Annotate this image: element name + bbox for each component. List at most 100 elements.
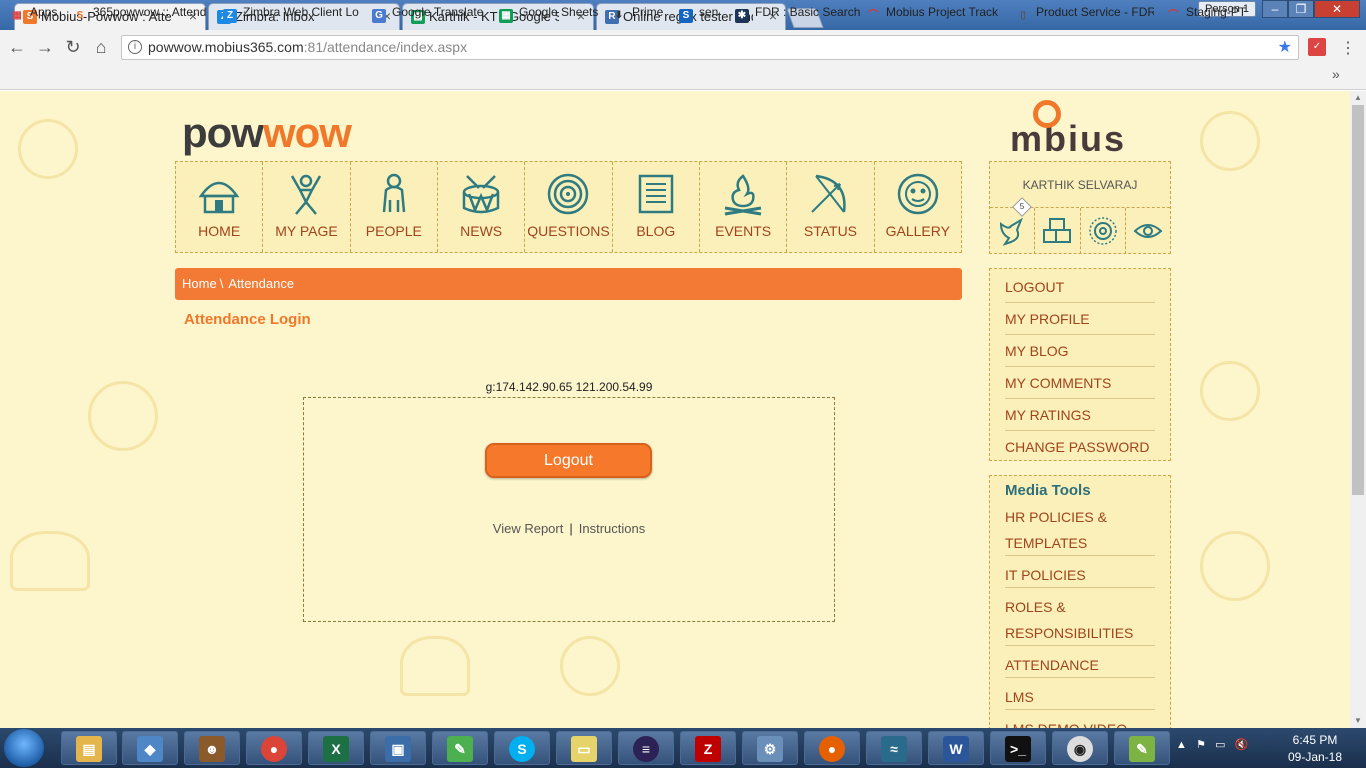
nav-events[interactable]: EVENTS — [700, 162, 788, 252]
reload-icon[interactable]: ↻ — [61, 35, 85, 59]
nav-status[interactable]: STATUS — [787, 162, 875, 252]
excel-icon: X — [323, 736, 349, 762]
tool-roles[interactable]: ROLES & RESPONSIBILITIES — [1005, 594, 1155, 646]
taskbar-browser[interactable]: ◉ — [1052, 731, 1108, 765]
taskbar-sticky-notes[interactable]: ▭ — [556, 731, 612, 765]
maximize-button[interactable]: ❐ — [1288, 0, 1314, 18]
taskbar-skype[interactable]: S — [494, 731, 550, 765]
extension-icon[interactable]: ✓ — [1308, 38, 1326, 56]
taskbar-explorer[interactable]: ▤ — [61, 731, 117, 765]
home-icon[interactable]: ⌂ — [89, 35, 113, 59]
nav-gallery[interactable]: GALLERY — [875, 162, 961, 252]
taskbar-eclipse[interactable]: ≡ — [618, 731, 674, 765]
system-tray[interactable]: ▲ ⚑ ▭ 🔇 — [1176, 738, 1248, 751]
scrollbar-thumb[interactable] — [1352, 105, 1364, 495]
taskbar-word[interactable]: W — [928, 731, 984, 765]
main-navigation: HOME MY PAGE PEOPLE NEWS QUESTIONS BLOG … — [175, 161, 962, 253]
boxes-icon — [1043, 218, 1072, 243]
nav-news[interactable]: NEWS — [438, 162, 526, 252]
nav-my-page[interactable]: MY PAGE — [263, 162, 351, 252]
firefox-icon: ● — [819, 736, 845, 762]
taskbar-excel[interactable]: X — [308, 731, 364, 765]
powwow-logo[interactable]: powwow — [182, 108, 352, 158]
mobius-icon: ⌒ — [868, 10, 878, 21]
back-icon[interactable]: ← — [5, 35, 29, 59]
background-decoration — [18, 119, 78, 179]
show-hidden-icons-icon[interactable]: ▲ — [1176, 739, 1187, 751]
taskbar-notepad[interactable]: ✎ — [432, 731, 488, 765]
messages-button[interactable]: 5 — [990, 197, 1036, 254]
tool-lms[interactable]: LMS — [1005, 684, 1155, 710]
instructions-link[interactable]: Instructions — [579, 521, 645, 536]
menu-my-blog[interactable]: MY BLOG — [1005, 335, 1155, 367]
boxes-button[interactable] — [1035, 208, 1081, 254]
url-path: :81/attendance/index.aspx — [303, 39, 468, 55]
taskbar-tasmanian[interactable]: ☻ — [184, 731, 240, 765]
explorer-icon: ▤ — [76, 736, 102, 762]
tool-hr-policies[interactable]: HR POLICIES & TEMPLATES — [1005, 504, 1155, 556]
flag-icon[interactable]: ⚑ — [1196, 739, 1206, 751]
eclipse-icon: ≡ — [633, 736, 659, 762]
bookmark-365powwow[interactable]: S 365powwow :: Attend — [73, 4, 211, 23]
menu-logout[interactable]: LOGOUT — [1005, 271, 1155, 303]
menu-my-ratings[interactable]: MY RATINGS — [1005, 399, 1155, 431]
bookmark-translate[interactable]: G Google Translate — [372, 4, 483, 23]
clock-date: 09-Jan-18 — [1287, 750, 1343, 764]
network-tray-icon[interactable]: ▭ — [1215, 739, 1225, 751]
nav-questions[interactable]: QUESTIONS — [525, 162, 613, 252]
taskbar-firefox[interactable]: ● — [804, 731, 860, 765]
bookmark-staging[interactable]: ⌒ Staging-PT — [1166, 4, 1246, 23]
minimize-button[interactable]: – — [1262, 0, 1288, 18]
breadcrumb: Home \ Attendance — [175, 268, 962, 300]
nav-people[interactable]: PEOPLE — [351, 162, 438, 252]
tool-it-policies[interactable]: IT POLICIES — [1005, 562, 1155, 588]
bookmark-star-icon[interactable]: ★ — [1278, 36, 1292, 59]
bookmark-zimbra[interactable]: Z Zimbra Web Client Lo — [223, 4, 361, 23]
taskbar-mysql[interactable]: ≈ — [866, 731, 922, 765]
page-title: Attendance Login — [184, 311, 311, 328]
scroll-down-icon[interactable]: ▼ — [1350, 714, 1366, 728]
more-bookmarks-icon[interactable]: » — [1332, 66, 1340, 82]
breadcrumb-home[interactable]: Home — [182, 276, 217, 291]
taskbar-remote-desktop[interactable]: ▣ — [370, 731, 426, 765]
taskbar-clock[interactable]: 6:45 PM 09-Jan-18 — [1280, 732, 1350, 766]
taskbar-editor[interactable]: ✎ — [1114, 731, 1170, 765]
logout-button[interactable]: Logout — [485, 443, 652, 478]
scroll-up-icon[interactable]: ▲ — [1350, 91, 1366, 105]
taskbar-chrome[interactable]: ● — [246, 731, 302, 765]
bookmark-sen[interactable]: Ssen — [679, 4, 718, 23]
bookmark-sheets[interactable]: ▦ Google Sheets — [499, 4, 598, 23]
bookmark-product-service[interactable]: ▯ Product Service - FDR — [1016, 4, 1154, 23]
nav-home[interactable]: HOME — [176, 162, 264, 252]
menu-change-password[interactable]: CHANGE PASSWORD — [1005, 431, 1155, 463]
info-icon[interactable]: i — [128, 40, 142, 54]
close-window-button[interactable]: ✕ — [1314, 0, 1360, 18]
bookmark-prime[interactable]: ⬇ Prime — [612, 4, 664, 23]
mobius-logo[interactable]: mbius — [1010, 100, 1126, 160]
volume-muted-icon[interactable]: 🔇 — [1235, 739, 1249, 751]
eye-button[interactable] — [1126, 208, 1170, 254]
bookmark-mobius-tracker[interactable]: ⌒ Mobius Project Track — [866, 4, 1006, 23]
taskbar-network[interactable]: ⚙ — [742, 731, 798, 765]
browser-icon: ◉ — [1067, 736, 1093, 762]
bookmark-fdr[interactable]: ✱ FDR : Basic Search — [735, 4, 860, 23]
taskbar-virtualbox[interactable]: ◆ — [122, 731, 178, 765]
taskbar-cmd[interactable]: >_ — [990, 731, 1046, 765]
menu-icon[interactable]: ⋮ — [1340, 38, 1356, 58]
url-host: powwow.mobius365.com — [148, 39, 304, 55]
bookmark-apps[interactable]: ▦ Apps — [10, 4, 57, 23]
user-name[interactable]: KARTHIK SELVARAJ — [990, 178, 1170, 192]
sun-button[interactable] — [1081, 208, 1126, 254]
nav-blog[interactable]: BLOG — [613, 162, 700, 252]
taskbar-filezilla[interactable]: Z — [680, 731, 736, 765]
forward-icon[interactable]: → — [33, 35, 57, 59]
menu-my-profile[interactable]: MY PROFILE — [1005, 303, 1155, 335]
address-bar[interactable]: i powwow.mobius365.com:81/attendance/inde… — [121, 35, 1299, 60]
sticky-notes-icon: ▭ — [571, 736, 597, 762]
tool-attendance[interactable]: ATTENDANCE — [1005, 652, 1155, 678]
breadcrumb-current: Attendance — [228, 276, 295, 291]
menu-my-comments[interactable]: MY COMMENTS — [1005, 367, 1155, 399]
view-report-link[interactable]: View Report — [493, 521, 564, 536]
start-button[interactable] — [4, 729, 44, 767]
user-menu: LOGOUT MY PROFILE MY BLOG MY COMMENTS MY… — [989, 268, 1171, 461]
